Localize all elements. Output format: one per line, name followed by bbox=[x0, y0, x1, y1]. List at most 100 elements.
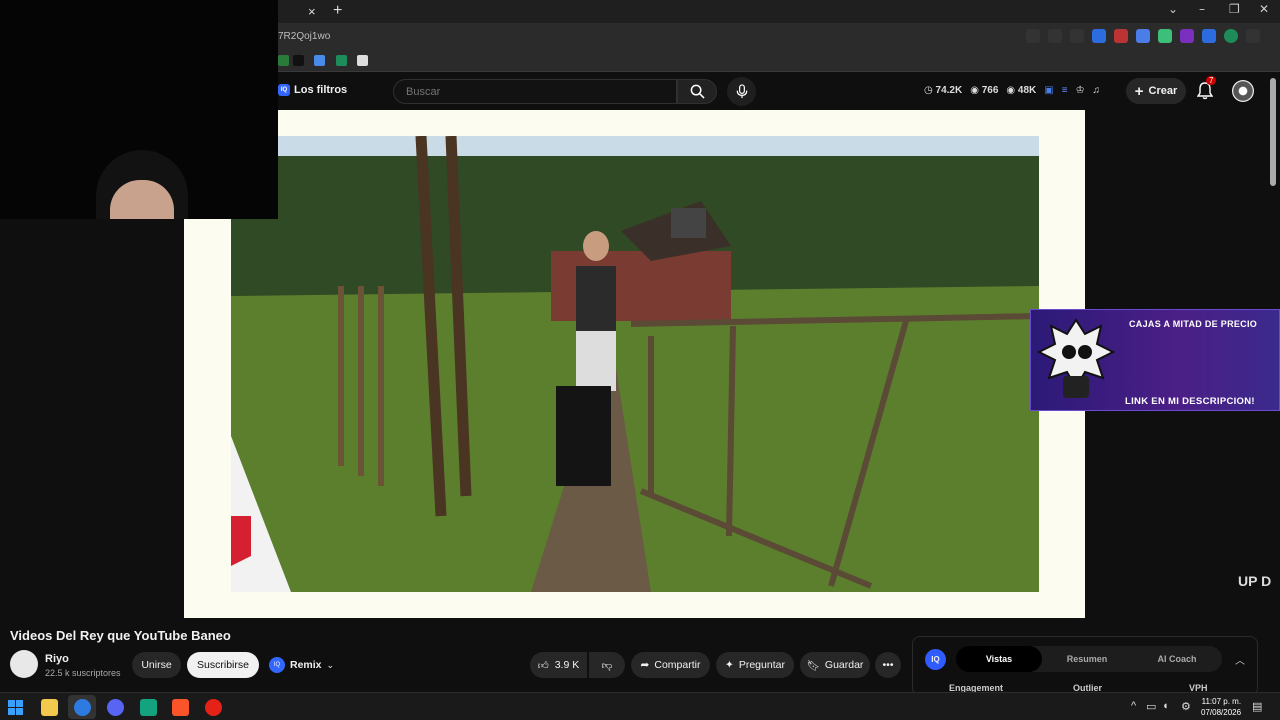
network-icon[interactable]: ▭ bbox=[1146, 700, 1156, 713]
clock-icon: ◷ bbox=[924, 85, 933, 96]
remix-button[interactable]: IQ Remix ⌄ bbox=[266, 652, 338, 678]
bookmark-1-icon[interactable] bbox=[278, 55, 289, 66]
remix-iq-icon: IQ bbox=[269, 657, 285, 673]
channel-avatar[interactable] bbox=[10, 650, 38, 678]
discord-icon[interactable] bbox=[107, 699, 124, 716]
url-text[interactable]: 7R2Qoj1wo bbox=[278, 31, 330, 42]
taskbar-clock[interactable]: 11:07 p. m. 07/08/2026 bbox=[1201, 696, 1241, 718]
mascot-icon bbox=[1037, 318, 1115, 398]
search-button[interactable] bbox=[677, 79, 717, 104]
bookmark-star-icon[interactable] bbox=[1070, 29, 1084, 43]
windows-taskbar: ^ ▭ ◖ ⚙ 11:07 p. m. 07/08/2026 ▤ bbox=[0, 692, 1280, 720]
settings-gear-icon[interactable]: ⚙ bbox=[1181, 700, 1191, 713]
webcam-person bbox=[96, 150, 188, 219]
filters-button[interactable]: IQ Los filtros bbox=[278, 84, 347, 96]
file-explorer-icon[interactable] bbox=[41, 699, 58, 716]
close-window-button[interactable]: ✕ bbox=[1259, 2, 1269, 16]
share-button[interactable]: ➦ Compartir bbox=[631, 652, 710, 678]
thumbs-up-icon: 👍︎ bbox=[537, 659, 549, 672]
promo-bottom-text: LINK EN MI DESCRIPCION! bbox=[1125, 396, 1255, 407]
account-avatar[interactable] bbox=[1232, 80, 1254, 102]
iq-analytics-panel: IQ Vistas Resumen AI Coach ︿ Engagement … bbox=[912, 636, 1258, 696]
bookmark-3-icon[interactable] bbox=[314, 55, 325, 66]
subscriber-count: 22.5 k suscriptores bbox=[45, 668, 121, 678]
tab-resumen[interactable]: Resumen bbox=[1044, 646, 1130, 672]
eye-icon: ◉ bbox=[1006, 85, 1016, 96]
bookmark-4-icon[interactable] bbox=[336, 55, 347, 66]
webcam-overlay bbox=[0, 0, 278, 219]
subscribe-button[interactable]: Suscribirse bbox=[187, 652, 259, 678]
clock-date: 07/08/2026 bbox=[1201, 708, 1242, 717]
chrome-icon[interactable] bbox=[74, 699, 91, 716]
extensions-toolbar bbox=[1026, 29, 1260, 43]
like-button[interactable]: 👍︎ 3.9 K bbox=[530, 652, 587, 678]
collapse-chevron-icon[interactable]: ︿ bbox=[1235, 652, 1245, 667]
channel-name[interactable]: Riyo bbox=[45, 653, 69, 665]
chevron-down-icon: ⌄ bbox=[326, 659, 335, 670]
restore-button[interactable]: ❐ bbox=[1229, 2, 1240, 16]
profile-avatar-icon[interactable] bbox=[1224, 29, 1238, 43]
share-label: Compartir bbox=[654, 659, 701, 671]
stat-watchtime-value: 74.2K bbox=[935, 85, 963, 96]
iq-badge-icon: IQ bbox=[278, 84, 290, 96]
windows-start-icon[interactable] bbox=[8, 700, 23, 715]
search-input[interactable] bbox=[393, 79, 677, 104]
video-frame-image bbox=[231, 136, 1039, 592]
bookmark-icon: 🔖︎ bbox=[806, 659, 820, 672]
tab-vistas[interactable]: Vistas bbox=[956, 646, 1042, 672]
microphone-icon bbox=[736, 84, 747, 99]
award-icon[interactable]: ♔ bbox=[1076, 85, 1085, 96]
extension-red-icon[interactable] bbox=[1114, 29, 1128, 43]
bell-small-icon[interactable]: ♫ bbox=[1093, 85, 1101, 96]
bookmark-5-icon[interactable] bbox=[357, 55, 368, 66]
extension-purple-icon[interactable] bbox=[1180, 29, 1194, 43]
eye-icon: ◉ bbox=[970, 85, 979, 96]
list-icon[interactable]: ≡ bbox=[1062, 85, 1068, 96]
new-tab-button[interactable]: + bbox=[333, 2, 342, 20]
like-count: 3.9 K bbox=[554, 659, 580, 671]
tab-ai-coach[interactable]: AI Coach bbox=[1132, 646, 1222, 672]
stat-views-2-value: 48K bbox=[1017, 85, 1037, 96]
menu-icon[interactable] bbox=[1246, 29, 1260, 43]
stat-views-2: ◉ 48K bbox=[1006, 85, 1036, 96]
more-actions-button[interactable]: ••• bbox=[875, 652, 901, 678]
promo-banner: CAJAS A MITAD DE PRECIO LINK EN MI DESCR… bbox=[1030, 309, 1280, 411]
side-panel-icon[interactable] bbox=[1202, 29, 1216, 43]
thumbs-down-icon: 👎︎ bbox=[601, 659, 613, 672]
notifications-badge: 7 bbox=[1206, 76, 1217, 85]
page-scrollbar[interactable] bbox=[1270, 78, 1276, 186]
create-label: Crear bbox=[1148, 85, 1178, 97]
join-button[interactable]: Unirse bbox=[132, 652, 181, 678]
bookmark-2-icon[interactable] bbox=[293, 55, 304, 66]
ask-button[interactable]: ✦ Preguntar bbox=[716, 652, 794, 678]
install-icon[interactable] bbox=[1026, 29, 1040, 43]
voice-search-button[interactable] bbox=[727, 77, 756, 106]
tray-chevron-icon[interactable]: ^ bbox=[1131, 700, 1136, 712]
iq-tabs: Vistas Resumen AI Coach bbox=[956, 646, 1222, 672]
join-label: Unirse bbox=[141, 659, 172, 671]
save-button[interactable]: 🔖︎ Guardar bbox=[800, 652, 870, 678]
plus-icon: + bbox=[1134, 82, 1144, 100]
share-arrow-icon: ➦ bbox=[640, 659, 650, 671]
notification-center-icon[interactable]: ▤ bbox=[1252, 700, 1262, 713]
video-scene-illustration bbox=[231, 136, 1039, 592]
remix-label: Remix bbox=[290, 659, 322, 671]
tab-close-button[interactable]: × bbox=[308, 4, 316, 19]
volume-icon[interactable]: ◖ bbox=[1162, 700, 1169, 712]
tab-search-icon[interactable]: ⌄ bbox=[1168, 2, 1178, 16]
share-icon[interactable] bbox=[1048, 29, 1062, 43]
extension-green-icon[interactable] bbox=[1158, 29, 1172, 43]
youtube-icon[interactable] bbox=[205, 699, 222, 716]
extension-puzzle-icon[interactable] bbox=[1136, 29, 1150, 43]
extension-audio-icon[interactable] bbox=[1092, 29, 1106, 43]
chatgpt-icon[interactable] bbox=[140, 699, 157, 716]
dislike-button[interactable]: 👎︎ bbox=[589, 652, 625, 678]
subscribe-label: Suscribirse bbox=[197, 659, 249, 671]
minimize-button[interactable]: – bbox=[1199, 2, 1205, 16]
more-dots-icon: ••• bbox=[882, 659, 894, 671]
iq-extension-icon[interactable]: ▣ bbox=[1044, 85, 1053, 96]
brave-icon[interactable] bbox=[172, 699, 189, 716]
channel-watermark-logo: UP D bbox=[1238, 573, 1272, 589]
sparkle-icon: ✦ bbox=[725, 659, 734, 671]
create-button[interactable]: + Crear bbox=[1126, 78, 1186, 104]
